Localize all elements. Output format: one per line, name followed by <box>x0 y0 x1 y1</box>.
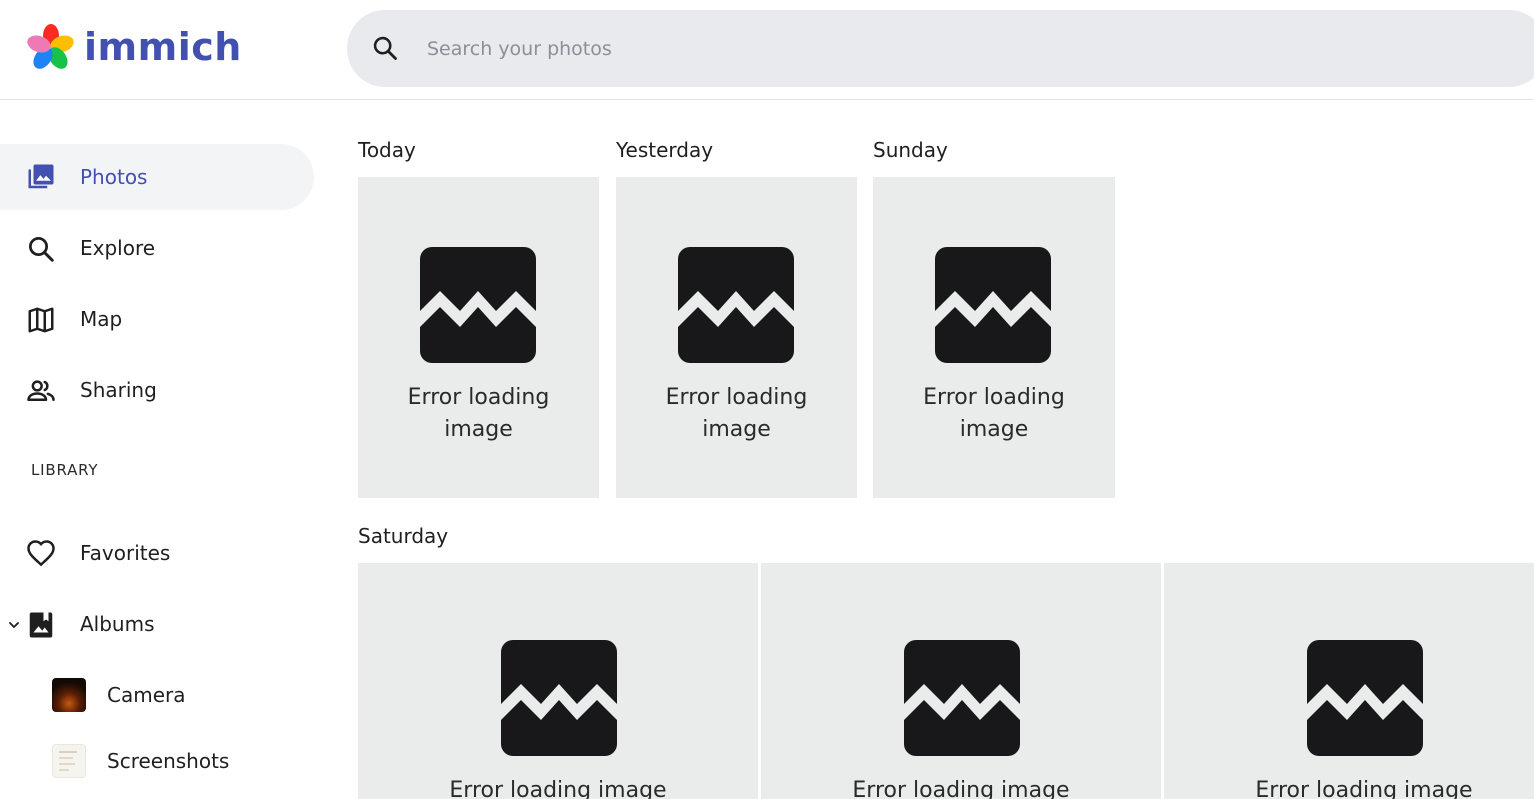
photo-tile[interactable]: Error loading image <box>1164 563 1534 799</box>
sidebar-item-favorites[interactable]: Favorites <box>0 520 314 586</box>
search-input[interactable] <box>425 28 1329 70</box>
date-group-title: Today <box>358 138 416 162</box>
broken-image-icon <box>678 247 794 363</box>
photo-tile[interactable]: Error loading image <box>873 177 1115 498</box>
immich-logo-icon <box>27 24 74 69</box>
sidebar-item-label: Favorites <box>80 541 171 565</box>
error-message: Error loading image <box>449 778 667 799</box>
broken-image-icon <box>1307 640 1423 756</box>
top-bar: immich <box>0 0 1534 100</box>
date-group-title: Saturday <box>358 524 449 548</box>
error-message: Error loading image <box>923 385 1065 442</box>
broken-image-icon <box>904 640 1020 756</box>
broken-image-icon <box>501 640 617 756</box>
sidebar-item-sharing[interactable]: Sharing <box>0 357 314 423</box>
error-message: Error loading image <box>1255 778 1473 799</box>
album-label: Screenshots <box>107 749 230 773</box>
error-message: Error loading image <box>665 385 808 442</box>
album-label: Camera <box>107 683 186 707</box>
library-section-title: LIBRARY <box>31 461 99 479</box>
app-logo[interactable]: immich <box>26 22 242 72</box>
search-icon <box>29 237 54 262</box>
sidebar-item-label: Photos <box>80 165 148 189</box>
map-icon <box>28 307 54 333</box>
search-bar[interactable] <box>347 10 1534 87</box>
photo-tile[interactable]: Error loading image <box>358 177 599 498</box>
error-message: Error loading image <box>852 778 1070 799</box>
app-name: immich <box>84 25 242 69</box>
chevron-down-icon[interactable] <box>7 618 21 632</box>
album-item-screenshots[interactable]: Screenshots <box>0 728 314 794</box>
photo-tile[interactable]: Error loading image <box>616 177 857 498</box>
date-group-title: Yesterday <box>616 138 714 162</box>
album-thumbnail <box>52 678 86 712</box>
photo-tile[interactable]: Error loading image <box>761 563 1161 799</box>
album-thumbnail <box>52 744 86 778</box>
people-icon <box>27 380 55 401</box>
sidebar-item-label: Sharing <box>80 378 157 402</box>
sidebar-item-map[interactable]: Map <box>0 286 314 352</box>
heart-icon <box>27 540 55 567</box>
sidebar-item-label: Albums <box>80 612 155 636</box>
sidebar-item-photos[interactable]: Photos <box>0 144 314 210</box>
album-item-camera[interactable]: Camera <box>0 662 314 728</box>
error-message: Error loading image <box>407 385 550 442</box>
sidebar-item-label: Explore <box>80 236 156 260</box>
photo-tile[interactable]: Error loading image <box>358 563 758 799</box>
sidebar-item-label: Map <box>80 307 123 331</box>
album-icon <box>29 612 53 638</box>
search-icon[interactable] <box>371 34 399 62</box>
sidebar: Photos Explore Map Sharing LIBRARY Favor… <box>0 101 330 799</box>
sidebar-item-albums[interactable]: Albums <box>0 591 314 657</box>
broken-image-icon <box>420 247 536 363</box>
photos-icon <box>28 164 54 189</box>
sidebar-item-explore[interactable]: Explore <box>0 215 314 281</box>
date-group-title: Sunday <box>873 138 948 162</box>
broken-image-icon <box>935 247 1051 363</box>
